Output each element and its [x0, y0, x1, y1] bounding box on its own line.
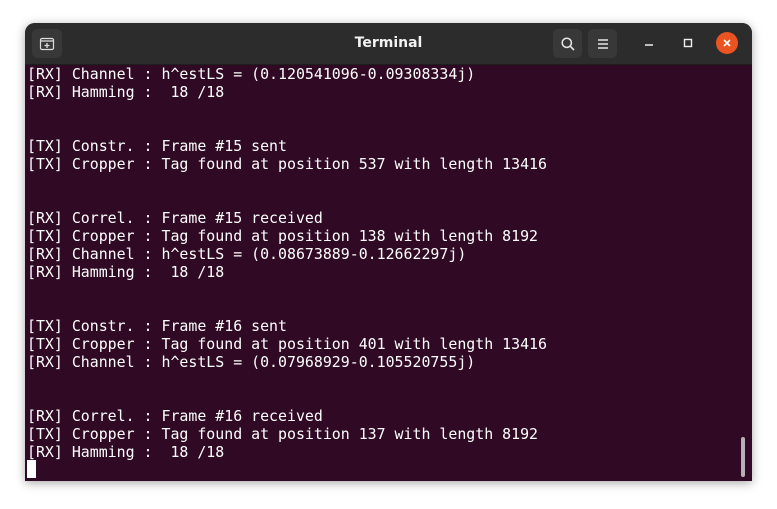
terminal-output[interactable]: [RX] Channel : h^estLS = (0.120541096-0.… — [25, 65, 752, 481]
close-icon — [723, 39, 731, 47]
terminal-line: [RX] Correl. : Frame #16 received — [27, 407, 323, 425]
terminal-line: [TX] Cropper : Tag found at position 401… — [27, 335, 547, 353]
minimize-icon — [645, 44, 653, 46]
terminal-line: [RX] Channel : h^estLS = (0.08673889-0.1… — [27, 245, 467, 263]
menu-button[interactable] — [588, 29, 617, 58]
maximize-button[interactable] — [676, 31, 700, 55]
terminal-line: [TX] Constr. : Frame #15 sent — [27, 137, 287, 155]
title-bar[interactable]: Terminal — [25, 23, 752, 65]
terminal-line: [RX] Hamming : 18 /18 — [27, 443, 225, 461]
text-cursor — [27, 460, 36, 478]
terminal-line: [RX] Hamming : 18 /18 — [27, 263, 225, 281]
search-button[interactable] — [553, 29, 582, 58]
terminal-line: [TX] Cropper : Tag found at position 537… — [27, 155, 547, 173]
terminal-line: [RX] Correl. : Frame #15 received — [27, 209, 323, 227]
close-button[interactable] — [716, 32, 738, 54]
scrollbar[interactable] — [741, 437, 745, 477]
terminal-window: Terminal [RX] Channel: h^estLS = (0.120… — [25, 23, 752, 481]
terminal-line: [TX] Cropper : Tag found at position 137… — [27, 425, 539, 443]
terminal-line: [RX] Channel : h^estLS = (0.07968929-0.1… — [27, 353, 476, 371]
maximize-icon — [683, 38, 693, 48]
hamburger-menu-icon — [597, 38, 608, 49]
terminal-line: [RX] Channel : h^estLS = (0.120541096-0.… — [27, 65, 476, 83]
terminal-line: [TX] Cropper : Tag found at position 138… — [27, 227, 539, 245]
terminal-lines: [RX] Channel : h^estLS = (0.120541096-0.… — [27, 65, 547, 461]
search-icon — [560, 36, 575, 51]
minimize-button[interactable] — [637, 31, 661, 55]
terminal-line: [RX] Hamming : 18 /18 — [27, 83, 225, 101]
terminal-line: [TX] Constr. : Frame #16 sent — [27, 317, 287, 335]
